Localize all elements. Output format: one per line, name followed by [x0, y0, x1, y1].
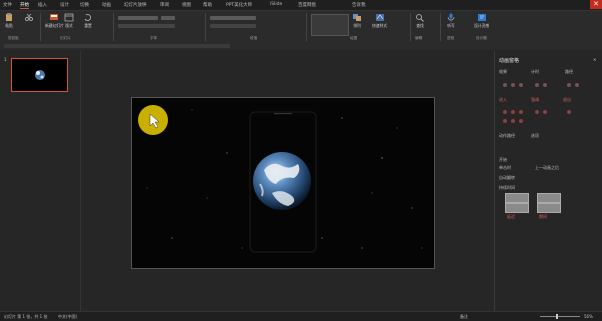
start-after-previous-radio[interactable]: 上一动画之后 — [535, 165, 559, 171]
paste-icon — [6, 13, 12, 21]
layout-icon — [64, 13, 74, 22]
align-controls[interactable] — [210, 24, 256, 28]
find-button[interactable]: 查找 — [415, 13, 425, 29]
tab-home[interactable]: 开始 — [20, 2, 29, 9]
notes-button[interactable]: 备注 — [460, 314, 468, 320]
layout-button[interactable]: 版式 — [64, 13, 74, 29]
slide-thumbnail-pane: 1 — [0, 51, 81, 311]
zoom-slider-thumb[interactable] — [556, 314, 558, 319]
design-ideas-icon — [477, 14, 486, 21]
list-controls[interactable] — [210, 16, 256, 20]
slide-indicator: 幻灯片 第 1 张，共 1 张 — [4, 314, 48, 319]
tab-design[interactable]: 设计 — [60, 2, 69, 8]
effect-icons-row-2[interactable] — [499, 107, 597, 127]
tab-file[interactable]: 文件 — [3, 2, 12, 8]
tab-slideshow[interactable]: 幻灯片放映 — [124, 2, 147, 8]
close-button[interactable]: ✕ — [590, 0, 602, 9]
space-background-image — [132, 98, 434, 268]
pane-close-icon[interactable]: ✕ — [593, 57, 596, 62]
dictate-button[interactable]: 听写 — [446, 13, 456, 29]
tab-baidu-netdisk[interactable]: 百度网盘 — [298, 2, 316, 8]
slide-thumbnail[interactable] — [11, 58, 68, 92]
quick-styles-icon — [375, 14, 384, 21]
tab-islide[interactable]: iSlide — [270, 2, 282, 7]
zoom-slider[interactable] — [540, 316, 580, 317]
design-ideas-button[interactable]: 设计灵感 — [474, 13, 489, 29]
cut-copy-group[interactable] — [24, 13, 34, 23]
quick-access-toolbar — [0, 42, 602, 50]
start-on-click-radio[interactable]: 单击时 — [499, 165, 511, 171]
tab-insert[interactable]: 插入 — [38, 2, 47, 8]
slide-canvas[interactable] — [131, 97, 435, 269]
quick-styles-button[interactable]: 快速样式 — [372, 13, 387, 29]
repeat-input[interactable] — [537, 203, 561, 213]
new-slide-icon — [50, 14, 59, 20]
ribbon-tab-bar: 文件 开始 插入 设计 切换 动画 幻灯片放映 审阅 视图 帮助 PPT美化大师… — [0, 0, 602, 11]
effect-icons-row-1[interactable] — [499, 79, 597, 91]
font-format-row[interactable] — [118, 24, 175, 28]
tab-transitions[interactable]: 切换 — [80, 2, 89, 8]
microphone-icon — [447, 13, 455, 22]
pane-title: 动画窗格 — [499, 58, 520, 64]
tab-help[interactable]: 帮助 — [203, 2, 212, 8]
reset-button[interactable]: 重置 — [83, 13, 93, 29]
font-size-combo[interactable] — [161, 16, 175, 20]
scissors-icon — [25, 13, 33, 21]
zoom-level[interactable]: 56% — [584, 314, 593, 319]
quick-access-icons[interactable] — [4, 44, 230, 48]
period-input[interactable] — [505, 203, 529, 213]
tab-ppt-beautify[interactable]: PPT美化大师 — [226, 2, 252, 8]
thumbnail-earth-image — [35, 70, 45, 80]
shape-gallery[interactable] — [311, 14, 349, 36]
slide-editor — [81, 51, 493, 311]
font-name-combo[interactable] — [118, 16, 158, 20]
tab-review[interactable]: 审阅 — [160, 2, 169, 8]
search-icon — [416, 14, 424, 22]
tab-view[interactable]: 视图 — [182, 2, 191, 8]
slide-number: 1 — [4, 57, 7, 62]
reset-icon — [84, 14, 91, 21]
tell-me-search[interactable]: 告诉我 — [352, 2, 366, 8]
tab-animations[interactable]: 动画 — [102, 2, 111, 8]
language-indicator[interactable]: 中文(中国) — [58, 314, 77, 320]
earth-image — [253, 152, 311, 210]
auto-reverse-checkbox[interactable]: 自动翻转 — [499, 175, 515, 181]
paste-button[interactable]: 粘贴 — [4, 13, 14, 29]
delay-input[interactable] — [537, 193, 561, 203]
arrange-icon — [353, 14, 361, 21]
arrange-button[interactable]: 排列 — [352, 13, 362, 29]
new-slide-button[interactable]: 新建幻灯片 — [45, 13, 64, 29]
duration-input[interactable] — [505, 193, 529, 203]
animation-pane: 动画窗格 ✕ 效果 计时 路径 进入 强调 退出 动作路径 选项 开始 单击时 … — [494, 51, 602, 311]
